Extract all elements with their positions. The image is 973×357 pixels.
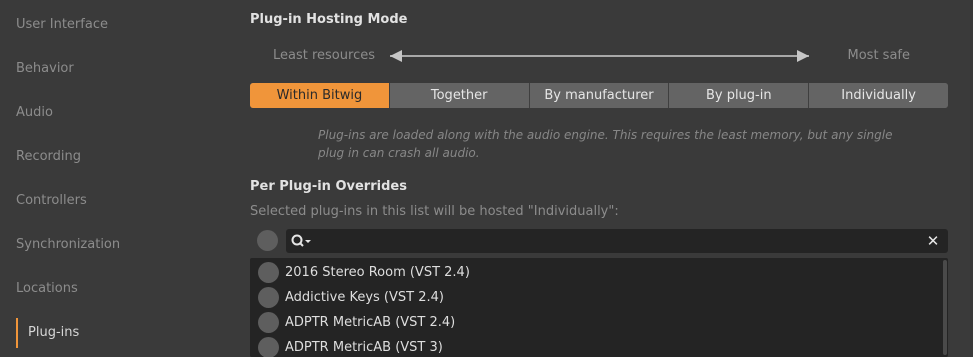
mode-by-plug-in-button[interactable]: By plug-in <box>669 83 810 108</box>
sidebar-item-synchronization[interactable]: Synchronization <box>16 234 120 256</box>
resources-safety-scale: Least resources Most safe <box>250 46 948 66</box>
sidebar-item-user-interface[interactable]: User Interface <box>16 14 108 36</box>
plugin-name: Addictive Keys (VST 2.4) <box>285 290 444 305</box>
least-resources-label: Least resources <box>273 48 375 63</box>
scale-line <box>390 55 809 57</box>
sidebar-item-plug-ins[interactable]: Plug-ins <box>16 318 79 348</box>
plugin-name: ADPTR MetricAB (VST 2.4) <box>285 315 456 330</box>
plugin-toggle[interactable] <box>258 262 279 283</box>
plugins-settings-panel: Plug-in Hosting Mode Least resources Mos… <box>250 0 973 357</box>
plugin-toggle[interactable] <box>258 287 279 308</box>
list-item[interactable]: ADPTR MetricAB (VST 2.4) <box>250 310 940 335</box>
sidebar-item-behavior[interactable]: Behavior <box>16 58 74 80</box>
sidebar-item-audio[interactable]: Audio <box>16 102 53 124</box>
overrides-hint: Selected plug-ins in this list will be h… <box>250 204 619 219</box>
most-safe-label: Most safe <box>847 48 911 63</box>
plugin-toggle[interactable] <box>258 312 279 333</box>
mode-by-manufacturer-button[interactable]: By manufacturer <box>529 83 670 108</box>
plugin-search-bar: ✕ <box>286 229 948 253</box>
list-item[interactable]: 2016 Stereo Room (VST 2.4) <box>250 260 940 285</box>
search-input[interactable] <box>314 229 914 253</box>
mode-within-bitwig-button[interactable]: Within Bitwig <box>250 83 390 108</box>
mode-together-button[interactable]: Together <box>389 83 530 108</box>
sidebar-item-recording[interactable]: Recording <box>16 146 81 168</box>
arrow-left-icon <box>390 50 402 62</box>
select-all-toggle[interactable] <box>257 230 278 251</box>
preferences-sidebar: User Interface Behavior Audio Recording … <box>0 0 232 357</box>
hosting-mode-description: Plug-ins are loaded along with the audio… <box>318 128 893 160</box>
hosting-mode-title: Plug-in Hosting Mode <box>250 12 408 27</box>
mode-individually-button[interactable]: Individually <box>809 83 948 108</box>
sidebar-item-controllers[interactable]: Controllers <box>16 190 87 212</box>
list-item[interactable]: ADPTR MetricAB (VST 3) <box>250 335 940 357</box>
hosting-mode-selector: Within Bitwig Together By manufacturer B… <box>250 83 948 108</box>
search-icon[interactable] <box>290 232 312 250</box>
overrides-title: Per Plug-in Overrides <box>250 179 407 194</box>
plugin-toggle[interactable] <box>258 337 279 357</box>
sidebar-item-locations[interactable]: Locations <box>16 278 78 300</box>
list-item[interactable]: Addictive Keys (VST 2.4) <box>250 285 940 310</box>
plugin-name: ADPTR MetricAB (VST 3) <box>285 340 443 355</box>
plugin-name: 2016 Stereo Room (VST 2.4) <box>285 265 470 280</box>
plugin-list: 2016 Stereo Room (VST 2.4) Addictive Key… <box>250 258 948 357</box>
arrow-right-icon <box>797 50 809 62</box>
close-icon[interactable]: ✕ <box>924 232 942 250</box>
list-scrollbar[interactable] <box>943 260 947 355</box>
